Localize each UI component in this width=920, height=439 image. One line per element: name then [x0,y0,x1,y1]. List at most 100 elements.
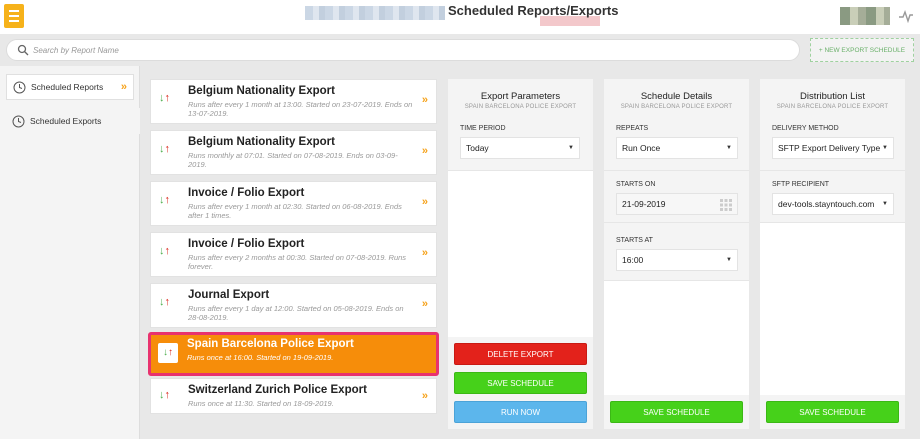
sftp-recipient-label: SFTP RECIPIENT [772,181,830,188]
report-name: Invoice / Folio Export [188,187,305,199]
chevron-right-icon: » [421,247,428,259]
chevron-right-icon: » [421,145,428,157]
starts-at-label: STARTS AT [616,237,653,244]
sidebar-item-scheduled-exports[interactable]: Scheduled Exports [0,108,140,134]
clock-icon [12,115,25,127]
save-schedule-button[interactable]: SAVE SCHEDULE [766,401,899,423]
sftp-recipient-select[interactable]: dev-tools.stayntouch.com ▼ [772,193,894,215]
delivery-method-group: DELIVERY METHOD SFTP Export Delivery Typ… [760,119,905,171]
panel-header: Schedule Details SPAIN BARCELONA POLICE … [604,79,749,119]
chevron-right-icon: » [421,298,428,310]
starts-on-label: STARTS ON [616,181,656,188]
report-name: Belgium Nationality Export [188,136,335,148]
caret-down-icon: ▼ [568,145,574,151]
export-arrows-icon: ↓↑ [159,143,170,155]
chevron-right-icon: » [421,196,428,208]
starts-at-group: STARTS AT 16:00 ▼ [604,223,749,281]
sftp-recipient-group: SFTP RECIPIENT dev-tools.stayntouch.com … [760,171,905,223]
starts-at-value: 16:00 [622,255,644,265]
starts-on-value: 21-09-2019 [622,199,666,209]
report-description: Runs once at 11:30. Started on 18-09-201… [188,399,334,408]
avatar[interactable] [840,7,890,25]
new-export-schedule-button[interactable]: + NEW EXPORT SCHEDULE [810,38,914,62]
export-arrows-icon: ↓↑ [159,389,170,401]
panel-footer: SAVE SCHEDULE [760,395,905,429]
sidebar-item-label: Scheduled Reports [31,82,104,92]
starts-on-group: STARTS ON 21-09-2019 [604,171,749,223]
run-now-button[interactable]: RUN NOW [454,401,587,423]
schedule-details-panel: Schedule Details SPAIN BARCELONA POLICE … [604,79,749,429]
list-item[interactable]: ↓↑ Invoice / Folio Export Runs after eve… [150,181,437,226]
list-item[interactable]: ↓↑ Journal Export Runs after every 1 day… [150,283,437,328]
blurred-hotel-name [305,6,445,20]
caret-down-icon: ▼ [882,145,888,151]
export-parameters-panel: Export Parameters SPAIN BARCELONA POLICE… [448,79,593,429]
delivery-method-value: SFTP Export Delivery Type [778,143,881,153]
caret-down-icon: ▼ [726,257,732,263]
export-arrows-icon: ↓↑ [158,343,178,363]
chevron-right-icon: » [421,390,428,402]
panel-title: Export Parameters [480,91,561,102]
starts-at-select[interactable]: 16:00 ▼ [616,249,738,271]
export-arrows-icon: ↓↑ [159,296,170,308]
time-period-group: TIME PERIOD Today ▼ [448,119,593,171]
panel-subtitle: SPAIN BARCELONA POLICE EXPORT [776,104,889,110]
repeats-select[interactable]: Run Once ▼ [616,137,738,159]
search-input[interactable] [33,40,793,60]
list-item-selected[interactable]: ↓↑ Spain Barcelona Police Export Runs on… [148,332,439,376]
calendar-icon[interactable] [720,199,732,211]
search-bar-row: + NEW EXPORT SCHEDULE [0,34,920,66]
sidebar-item-label: Scheduled Exports [30,116,102,126]
panel-title: Schedule Details [640,91,713,102]
chevron-right-icon: » [120,81,127,93]
starts-on-input[interactable]: 21-09-2019 [616,193,738,215]
time-period-select[interactable]: Today ▼ [460,137,580,159]
report-name: Switzerland Zurich Police Export [188,384,367,396]
list-item[interactable]: ↓↑ Invoice / Folio Export Runs after eve… [150,232,437,277]
report-description: Runs monthly at 07:01. Started on 07-08-… [188,151,398,169]
save-schedule-button[interactable]: SAVE SCHEDULE [610,401,743,423]
save-schedule-button[interactable]: SAVE SCHEDULE [454,372,587,394]
panel-header: Distribution List SPAIN BARCELONA POLICE… [760,79,905,119]
panel-title: Distribution List [800,91,865,102]
time-period-label: TIME PERIOD [460,125,506,132]
repeats-value: Run Once [622,143,661,153]
sidebar-item-scheduled-reports[interactable]: Scheduled Reports » [6,74,134,100]
panel-subtitle: SPAIN BARCELONA POLICE EXPORT [620,104,733,110]
report-name: Spain Barcelona Police Export [187,338,354,350]
report-description: Runs after every 1 month at 02:30. Start… [188,202,402,220]
sftp-recipient-value: dev-tools.stayntouch.com [778,199,875,209]
search-icon [17,44,29,56]
report-description: Runs after every 1 day at 12:00. Started… [188,304,404,322]
menu-icon[interactable] [4,4,24,28]
delivery-method-label: DELIVERY METHOD [772,125,839,132]
time-period-value: Today [466,143,489,153]
search-box [6,39,800,61]
panel-header: Export Parameters SPAIN BARCELONA POLICE… [448,79,593,119]
clock-icon [13,81,26,93]
report-name: Journal Export [188,289,270,301]
list-item[interactable]: ↓↑ Belgium Nationality Export Runs after… [150,79,437,124]
panel-footer: DELETE EXPORT SAVE SCHEDULE RUN NOW [448,337,593,429]
chevron-right-icon: » [421,94,428,106]
list-item[interactable]: ↓↑ Switzerland Zurich Police Export Runs… [150,378,437,414]
export-arrows-icon: ↓↑ [159,92,170,104]
top-bar: Scheduled Reports/Exports [0,0,920,34]
repeats-label: REPEATS [616,125,649,132]
report-name: Belgium Nationality Export [188,85,335,97]
repeats-group: REPEATS Run Once ▼ [604,119,749,171]
report-description: Runs after every 2 months at 00:30. Star… [188,253,407,271]
caret-down-icon: ▼ [726,145,732,151]
delivery-method-select[interactable]: SFTP Export Delivery Type ▼ [772,137,894,159]
delete-export-button[interactable]: DELETE EXPORT [454,343,587,365]
export-arrows-icon: ↓↑ [159,194,170,206]
activity-icon[interactable] [898,9,914,23]
page-title: Scheduled Reports/Exports [448,3,619,18]
panel-footer: SAVE SCHEDULE [604,395,749,429]
report-description: Runs after every 1 month at 13:00. Start… [188,100,413,118]
list-item[interactable]: ↓↑ Belgium Nationality Export Runs month… [150,130,437,175]
export-arrows-icon: ↓↑ [159,245,170,257]
sidebar: Scheduled Reports » Scheduled Exports [0,66,140,439]
distribution-list-panel: Distribution List SPAIN BARCELONA POLICE… [760,79,905,429]
caret-down-icon: ▼ [882,201,888,207]
